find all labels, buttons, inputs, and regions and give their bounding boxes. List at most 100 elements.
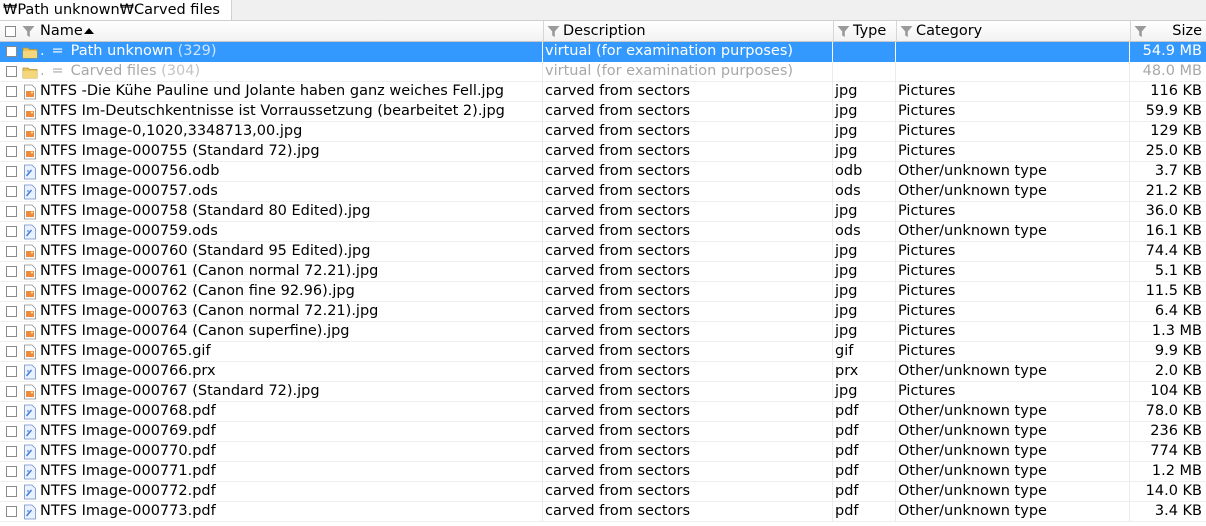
image-file-icon bbox=[22, 204, 38, 220]
row-size: 116 KB bbox=[1150, 83, 1202, 99]
row-checkbox[interactable] bbox=[6, 126, 17, 137]
file-row[interactable]: NTFS -Die Kühe Pauline und Jolante haben… bbox=[0, 82, 1206, 102]
file-row[interactable]: NTFS Image-000767 (Standard 72).jpg carve… bbox=[0, 382, 1206, 402]
file-row[interactable]: NTFS Image-000763 (Canon normal 72.21).j… bbox=[0, 302, 1206, 322]
document-file-icon bbox=[22, 224, 38, 240]
file-row[interactable]: NTFS Im-Deutschkentnisse ist Vorraussetz… bbox=[0, 102, 1206, 122]
row-description: carved from sectors bbox=[544, 462, 833, 482]
row-checkbox[interactable] bbox=[6, 166, 17, 177]
file-row[interactable]: NTFS Image-000768.pdf carved from sectors… bbox=[0, 402, 1206, 422]
row-checkbox[interactable] bbox=[6, 66, 17, 77]
filter-icon[interactable] bbox=[22, 25, 35, 38]
row-type: jpg bbox=[834, 202, 896, 222]
file-row[interactable]: NTFS Image-000770.pdf carved from sectors… bbox=[0, 442, 1206, 462]
document-file-icon bbox=[22, 424, 38, 440]
file-row[interactable]: NTFS Image-000755 (Standard 72).jpg carve… bbox=[0, 142, 1206, 162]
row-name: NTFS Image-000762 (Canon fine 92.96).jpg bbox=[40, 282, 543, 302]
file-row[interactable]: NTFS Image-000761 (Canon normal 72.21).j… bbox=[0, 262, 1206, 282]
row-category: Other/unknown type bbox=[897, 222, 1130, 242]
row-checkbox[interactable] bbox=[6, 86, 17, 97]
document-file-icon bbox=[22, 184, 38, 200]
row-checkbox[interactable] bbox=[6, 366, 17, 377]
row-category: Pictures bbox=[897, 302, 1130, 322]
row-description: carved from sectors bbox=[544, 262, 833, 282]
column-header-category[interactable]: Category bbox=[897, 21, 1131, 42]
row-description: carved from sectors bbox=[544, 142, 833, 162]
row-checkbox[interactable] bbox=[6, 186, 17, 197]
filter-icon[interactable] bbox=[837, 25, 850, 38]
file-row[interactable]: NTFS Image-000764 (Canon superfine).jpg c… bbox=[0, 322, 1206, 342]
file-row[interactable]: NTFS Image-000756.odb carved from sectors… bbox=[0, 162, 1206, 182]
file-row[interactable]: NTFS Image-000769.pdf carved from sectors… bbox=[0, 422, 1206, 442]
row-name: NTFS Image-000763 (Canon normal 72.21).j… bbox=[40, 302, 543, 322]
row-size: 11.5 KB bbox=[1145, 283, 1202, 299]
image-file-icon bbox=[22, 104, 38, 120]
row-checkbox[interactable] bbox=[6, 406, 17, 417]
row-type bbox=[834, 42, 896, 62]
row-size: 78.0 KB bbox=[1145, 403, 1202, 419]
row-size: 1.2 MB bbox=[1151, 463, 1202, 479]
row-checkbox[interactable] bbox=[6, 46, 17, 57]
row-checkbox[interactable] bbox=[6, 286, 17, 297]
column-header-description[interactable]: Description bbox=[544, 21, 834, 42]
filter-icon[interactable] bbox=[1134, 25, 1147, 38]
row-type: pdf bbox=[834, 502, 896, 522]
row-checkbox[interactable] bbox=[6, 346, 17, 357]
row-type: jpg bbox=[834, 382, 896, 402]
row-checkbox[interactable] bbox=[6, 506, 17, 517]
row-category: Pictures bbox=[897, 322, 1130, 342]
row-description: carved from sectors bbox=[544, 482, 833, 502]
folder-row[interactable]: . = Carved files (304) virtual (for examina… bbox=[0, 62, 1206, 82]
file-row[interactable]: NTFS Image-000772.pdf carved from sectors… bbox=[0, 482, 1206, 502]
row-category: Pictures bbox=[897, 82, 1130, 102]
row-checkbox[interactable] bbox=[6, 106, 17, 117]
file-row[interactable]: NTFS Image-000773.pdf carved from sectors… bbox=[0, 502, 1206, 522]
image-file-icon bbox=[22, 144, 38, 160]
row-type: jpg bbox=[834, 322, 896, 342]
file-row[interactable]: NTFS Image-000762 (Canon fine 92.96).jpg… bbox=[0, 282, 1206, 302]
file-row[interactable]: NTFS Image-000758 (Standard 80 Edited).j… bbox=[0, 202, 1206, 222]
filter-icon[interactable] bbox=[547, 25, 560, 38]
row-size: 54.9 MB bbox=[1142, 43, 1202, 59]
file-row[interactable]: NTFS Image-000771.pdf carved from sectors… bbox=[0, 462, 1206, 482]
row-checkbox[interactable] bbox=[6, 486, 17, 497]
folder-icon bbox=[22, 64, 38, 80]
row-checkbox[interactable] bbox=[6, 266, 17, 277]
row-checkbox[interactable] bbox=[6, 446, 17, 457]
file-row[interactable]: NTFS Image-000765.gif carved from sectors… bbox=[0, 342, 1206, 362]
row-checkbox[interactable] bbox=[6, 146, 17, 157]
row-checkbox[interactable] bbox=[6, 226, 17, 237]
column-header-type[interactable]: Type bbox=[834, 21, 897, 42]
row-size: 48.0 MB bbox=[1142, 63, 1202, 79]
row-checkbox[interactable] bbox=[6, 466, 17, 477]
row-checkbox[interactable] bbox=[6, 206, 17, 217]
file-row[interactable]: NTFS Image-000760 (Standard 95 Edited).j… bbox=[0, 242, 1206, 262]
file-row[interactable]: NTFS Image-000759.ods carved from sectors… bbox=[0, 222, 1206, 242]
column-header-name[interactable]: Name bbox=[0, 21, 544, 42]
folder-row[interactable]: . = Path unknown (329) virtual (for examina… bbox=[0, 42, 1206, 62]
file-row[interactable]: NTFS Image-0,1020,3348713,00.jpg carved f… bbox=[0, 122, 1206, 142]
row-size: 16.1 KB bbox=[1145, 223, 1202, 239]
row-checkbox[interactable] bbox=[6, 246, 17, 257]
column-header: Name Description Type Category Size bbox=[0, 21, 1206, 42]
document-file-icon bbox=[22, 504, 38, 520]
row-description: carved from sectors bbox=[544, 82, 833, 102]
row-category: Other/unknown type bbox=[897, 462, 1130, 482]
filter-icon[interactable] bbox=[900, 25, 913, 38]
select-all-checkbox[interactable] bbox=[5, 26, 16, 37]
row-checkbox[interactable] bbox=[6, 306, 17, 317]
row-description: carved from sectors bbox=[544, 102, 833, 122]
row-checkbox[interactable] bbox=[6, 426, 17, 437]
row-checkbox[interactable] bbox=[6, 326, 17, 337]
column-header-size[interactable]: Size bbox=[1131, 21, 1206, 42]
column-description-label: Description bbox=[563, 23, 646, 39]
file-row[interactable]: NTFS Image-000757.ods carved from sectors… bbox=[0, 182, 1206, 202]
document-file-icon bbox=[22, 404, 38, 420]
row-description: carved from sectors bbox=[544, 422, 833, 442]
row-description: carved from sectors bbox=[544, 362, 833, 382]
row-checkbox[interactable] bbox=[6, 386, 17, 397]
column-type-label: Type bbox=[853, 23, 887, 39]
row-category: Other/unknown type bbox=[897, 182, 1130, 202]
file-row[interactable]: NTFS Image-000766.prx carved from sectors… bbox=[0, 362, 1206, 382]
image-file-icon bbox=[22, 124, 38, 140]
